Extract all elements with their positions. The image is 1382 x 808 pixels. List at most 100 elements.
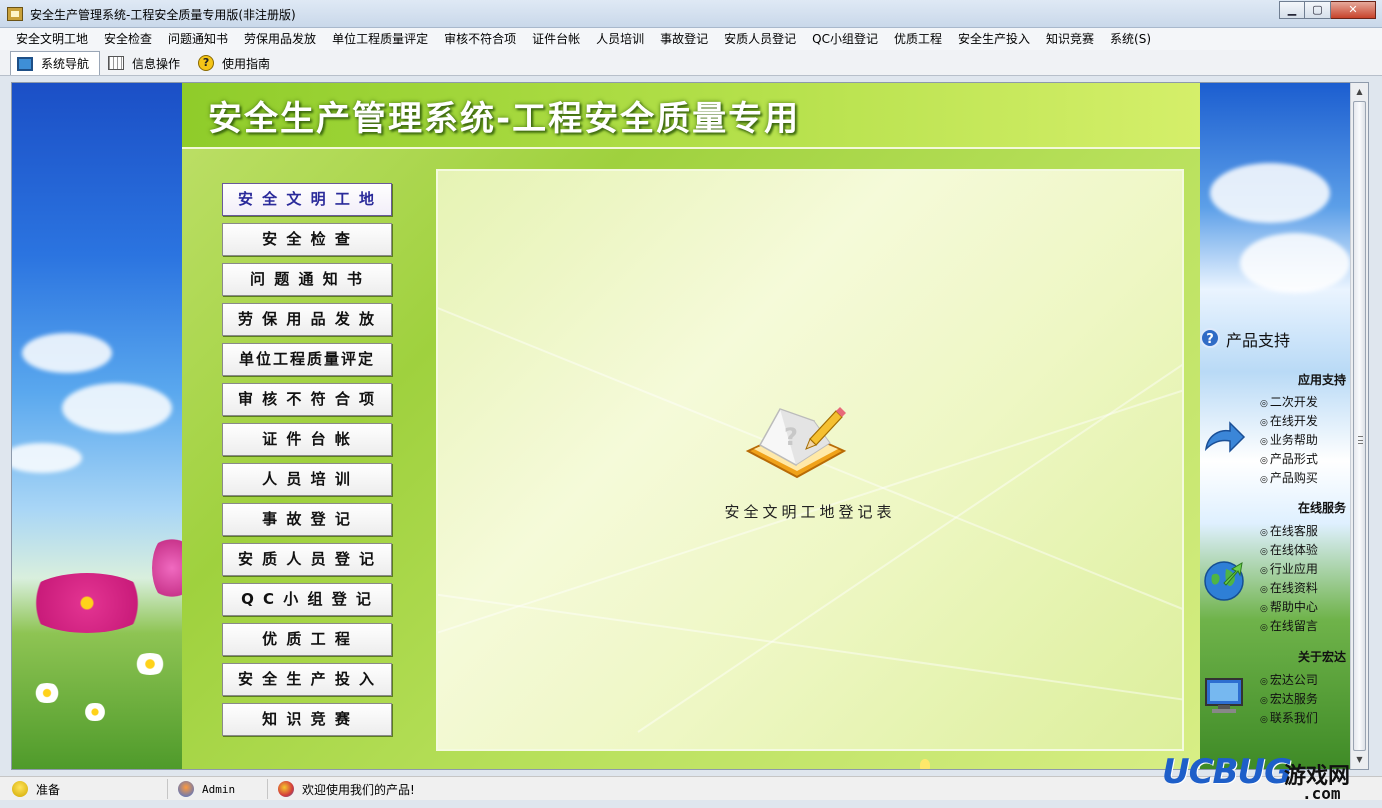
menu-safety-investment[interactable]: 安全生产投入	[950, 28, 1038, 50]
tab-label: 使用指南	[222, 56, 271, 71]
nav-btn-nonconformity[interactable]: 审 核 不 符 合 项	[222, 383, 392, 416]
grid-icon	[108, 56, 125, 70]
status-user: Admin	[168, 779, 268, 799]
maximize-button[interactable]: ▢	[1305, 1, 1331, 19]
client-area: 安全生产管理系统-工程安全质量专用 安 全 文 明 工 地 安 全 检 查 问 …	[11, 82, 1369, 770]
cloud-decor	[62, 383, 172, 433]
content-panel: ? 安全文明工地登记表	[436, 169, 1184, 751]
nav-btn-qc-group[interactable]: Q C 小 组 登 记	[222, 583, 392, 616]
tab-label: 信息操作	[132, 56, 181, 71]
close-button[interactable]: ✕	[1331, 1, 1376, 19]
system-title: 安全生产管理系统-工程安全质量专用	[208, 99, 801, 139]
menu-nonconformity[interactable]: 审核不符合项	[436, 28, 524, 50]
link-product-purchase[interactable]: 产品购买	[1260, 469, 1350, 488]
menu-certificates[interactable]: 证件台帐	[524, 28, 588, 50]
link-industry-app[interactable]: 行业应用	[1260, 560, 1350, 579]
nav-btn-safety-investment[interactable]: 安 全 生 产 投 入	[222, 663, 392, 696]
nav-btn-quality-project[interactable]: 优 质 工 程	[222, 623, 392, 656]
nav-btn-safe-site[interactable]: 安 全 文 明 工 地	[222, 183, 392, 216]
nav-btn-training[interactable]: 人 员 培 训	[222, 463, 392, 496]
flower-decor	[152, 533, 182, 603]
book-pencil-icon[interactable]: ?	[740, 399, 850, 489]
menu-knowledge-contest[interactable]: 知识竞赛	[1038, 28, 1102, 50]
status-user-text: Admin	[202, 782, 236, 796]
section-title-online-service: 在线服务	[1297, 501, 1346, 515]
link-online-trial[interactable]: 在线体验	[1260, 541, 1350, 560]
flower-decor	[82, 703, 108, 721]
question-icon: ?	[1200, 328, 1220, 348]
nav-btn-quality-assessment[interactable]: 单位工程质量评定	[222, 343, 392, 376]
bulb-icon	[12, 781, 28, 797]
right-support-panel: ? 产品支持 应用支持 二次开发 在线开发 业务帮助 产品形式 产品购买 在线服…	[1200, 83, 1350, 769]
user-icon	[178, 781, 194, 797]
about-links: 宏达公司 宏达服务 联系我们	[1260, 671, 1350, 728]
link-online-message[interactable]: 在线留言	[1260, 617, 1350, 636]
link-contact-us[interactable]: 联系我们	[1260, 709, 1350, 728]
minimize-button[interactable]: ▁	[1279, 1, 1305, 19]
status-ready: 准备	[2, 779, 168, 799]
cloud-decor	[1210, 163, 1330, 223]
cloud-decor	[1240, 233, 1350, 293]
menu-quality-assessment[interactable]: 单位工程质量评定	[324, 28, 436, 50]
nav-btn-accident[interactable]: 事 故 登 记	[222, 503, 392, 536]
product-icon	[278, 781, 294, 797]
cloud-decor	[12, 443, 82, 473]
link-online-cs[interactable]: 在线客服	[1260, 522, 1350, 541]
globe-icon	[1204, 561, 1244, 601]
nav-btn-protective-gear[interactable]: 劳 保 用 品 发 放	[222, 303, 392, 336]
product-support-title: 产品支持	[1226, 331, 1291, 350]
watermark-brand: UCBUG	[1162, 752, 1292, 792]
link-product-form[interactable]: 产品形式	[1260, 450, 1350, 469]
link-help-center[interactable]: 帮助中心	[1260, 598, 1350, 617]
window-controls: ▁ ▢ ✕	[1279, 1, 1376, 19]
link-online-dev[interactable]: 在线开发	[1260, 412, 1350, 431]
link-business-help[interactable]: 业务帮助	[1260, 431, 1350, 450]
flower-decor	[32, 683, 62, 703]
nav-btn-qs-personnel[interactable]: 安 质 人 员 登 记	[222, 543, 392, 576]
light-line-decor	[637, 339, 1182, 733]
menu-safe-site[interactable]: 安全文明工地	[8, 28, 96, 50]
link-online-docs[interactable]: 在线资料	[1260, 579, 1350, 598]
main-area: 安全生产管理系统-工程安全质量专用 安 全 文 明 工 地 安 全 检 查 问 …	[182, 83, 1200, 769]
menu-qs-personnel[interactable]: 安质人员登记	[716, 28, 804, 50]
toolbar: 系统导航 信息操作 ? 使用指南	[0, 50, 1382, 76]
tab-label: 系统导航	[41, 57, 90, 71]
section-title-about: 关于宏达	[1297, 650, 1346, 664]
menu-training[interactable]: 人员培训	[588, 28, 652, 50]
arrow-icon	[1204, 421, 1246, 453]
scroll-up-arrow[interactable]: ▲	[1351, 83, 1368, 100]
flower-decor	[132, 653, 168, 675]
app-icon	[7, 7, 23, 21]
flower-decor	[22, 573, 152, 633]
left-decor-panel	[12, 83, 182, 769]
scroll-thumb[interactable]	[1353, 101, 1366, 751]
light-line-decor	[438, 591, 1182, 705]
vertical-scrollbar[interactable]: ▲ ▼	[1350, 83, 1368, 769]
link-company[interactable]: 宏达公司	[1260, 671, 1350, 690]
menu-accident[interactable]: 事故登记	[652, 28, 716, 50]
content-caption: 安全文明工地登记表	[724, 503, 896, 521]
nav-button-list: 安 全 文 明 工 地 安 全 检 查 问 题 通 知 书 劳 保 用 品 发 …	[222, 183, 392, 743]
tab-user-guide[interactable]: ? 使用指南	[192, 51, 280, 75]
link-secondary-dev[interactable]: 二次开发	[1260, 393, 1350, 412]
nav-btn-safety-check[interactable]: 安 全 检 查	[222, 223, 392, 256]
menu-quality-project[interactable]: 优质工程	[886, 28, 950, 50]
svg-text:?: ?	[784, 423, 798, 451]
watermark-domain: .com	[1302, 784, 1341, 803]
menu-protective-gear[interactable]: 劳保用品发放	[236, 28, 324, 50]
app-support-links: 二次开发 在线开发 业务帮助 产品形式 产品购买	[1260, 393, 1350, 488]
section-title-app-support: 应用支持	[1297, 373, 1346, 387]
menu-issue-notice[interactable]: 问题通知书	[160, 28, 236, 50]
menu-system[interactable]: 系统(S)	[1102, 28, 1159, 50]
bulb-icon	[920, 759, 930, 769]
menu-qc-group[interactable]: QC小组登记	[804, 28, 886, 50]
menu-safety-check[interactable]: 安全检查	[96, 28, 160, 50]
nav-btn-certificates[interactable]: 证 件 台 帐	[222, 423, 392, 456]
computer-icon	[1205, 678, 1243, 713]
tab-info-ops[interactable]: 信息操作	[102, 51, 190, 75]
tab-system-nav[interactable]: 系统导航	[10, 51, 101, 75]
nav-btn-knowledge-contest[interactable]: 知 识 竞 赛	[222, 703, 392, 736]
nav-btn-issue-notice[interactable]: 问 题 通 知 书	[222, 263, 392, 296]
link-services[interactable]: 宏达服务	[1260, 690, 1350, 709]
online-service-links: 在线客服 在线体验 行业应用 在线资料 帮助中心 在线留言	[1260, 522, 1350, 636]
